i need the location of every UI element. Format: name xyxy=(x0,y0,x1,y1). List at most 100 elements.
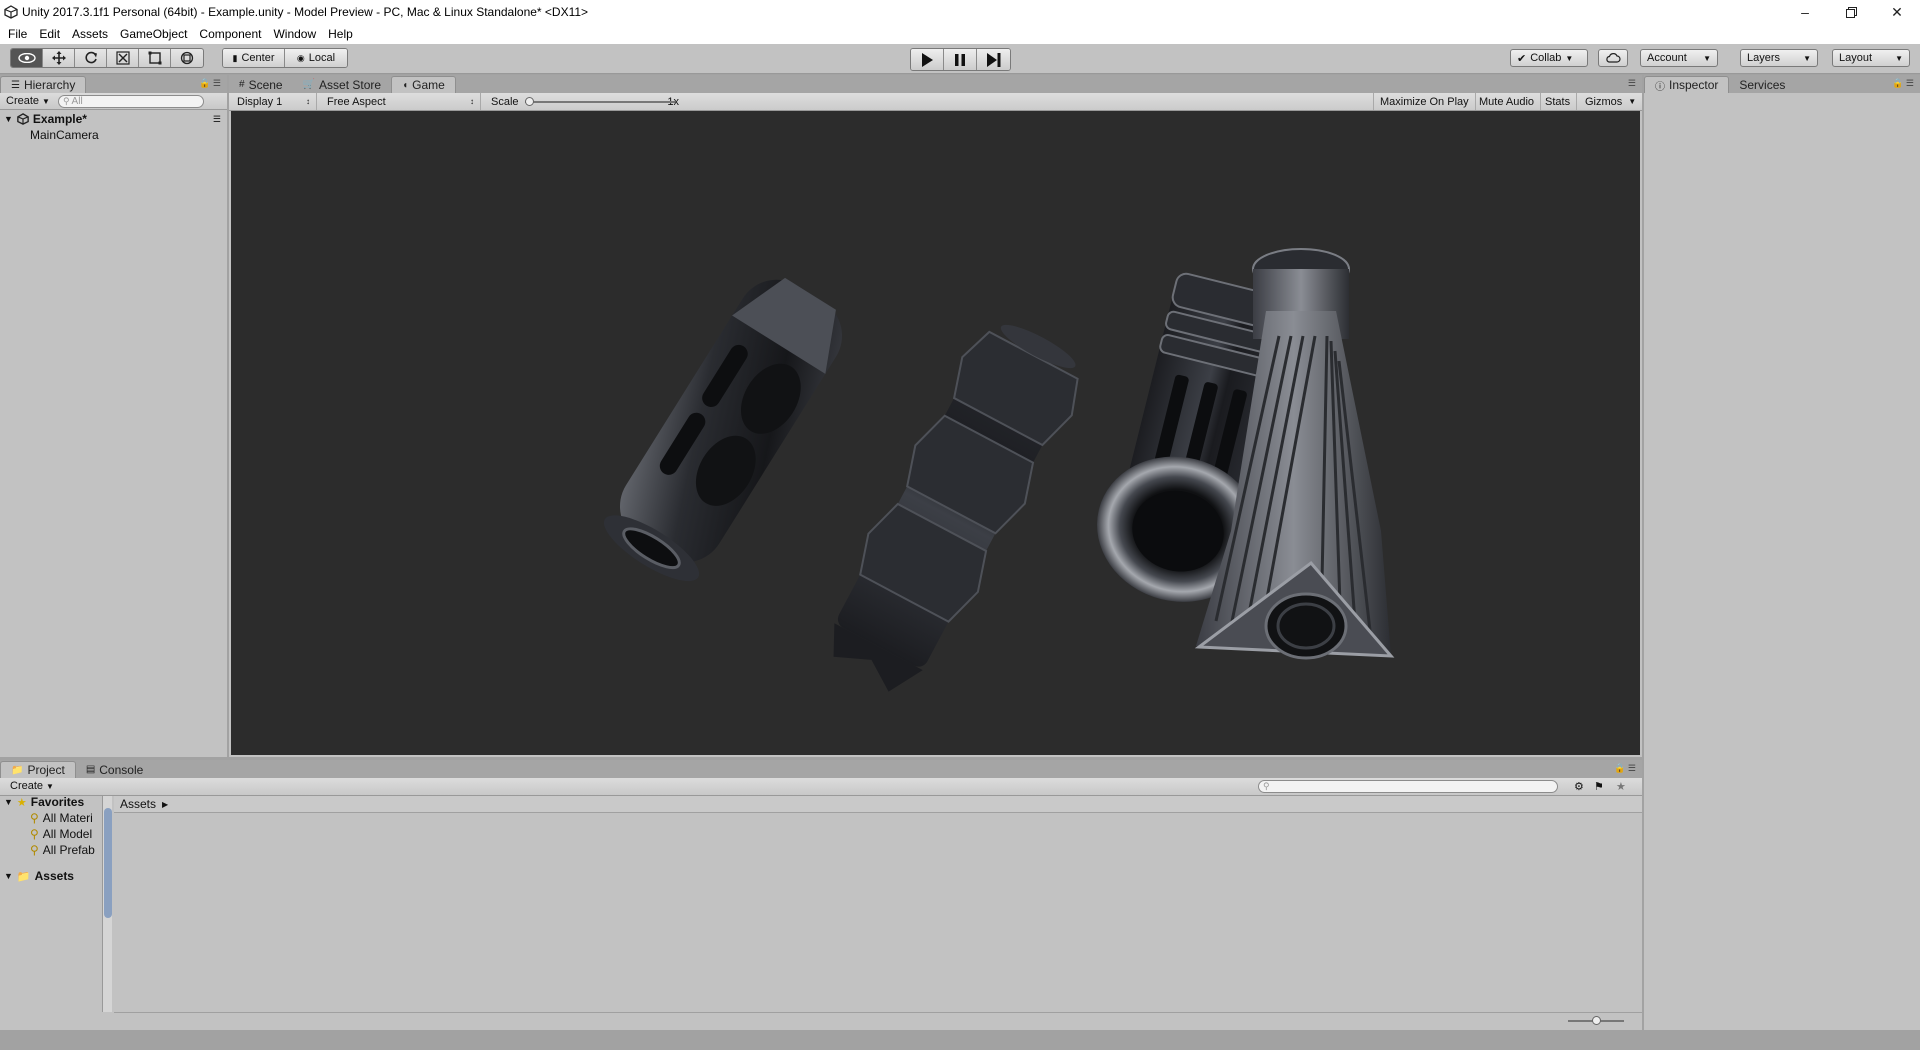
project-tree: ▼ ★ Favorites ⚲ All Materi ⚲ All Model ⚲… xyxy=(0,796,104,1012)
favorite-item[interactable]: ⚲ All Model xyxy=(30,826,92,842)
rotate-tool-icon[interactable] xyxy=(75,49,107,67)
menu-file[interactable]: File xyxy=(2,27,33,41)
menu-window[interactable]: Window xyxy=(267,27,322,41)
tab-asset-store-label: Asset Store xyxy=(319,77,382,92)
tab-asset-store[interactable]: 🛒 Asset Store xyxy=(293,76,391,93)
step-button[interactable] xyxy=(977,49,1010,70)
label-tag-icon[interactable]: ⚑ xyxy=(1594,780,1604,793)
gizmos-label: Gizmos xyxy=(1585,95,1623,108)
inspector-panel: ⓘ Inspector Services 🔒 ☰ xyxy=(1644,75,1920,1030)
menu-assets[interactable]: Assets xyxy=(66,27,114,41)
transform-tool-icon[interactable] xyxy=(171,49,203,67)
tab-game[interactable]: ◖ Game xyxy=(391,76,456,93)
cloud-button[interactable] xyxy=(1598,49,1628,67)
scale-slider[interactable] xyxy=(524,96,675,107)
game-panel: # Scene 🛒 Asset Store ◖ Game ☰ Display 1… xyxy=(229,75,1642,757)
playback-controls xyxy=(910,48,1011,71)
unity-scene-icon xyxy=(17,113,29,125)
expand-arrow-icon[interactable]: ▼ xyxy=(4,114,13,124)
move-tool-icon[interactable] xyxy=(43,49,75,67)
tab-inspector-label: Inspector xyxy=(1669,78,1719,92)
star-icon[interactable]: ★ xyxy=(1616,780,1626,793)
window-title: Unity 2017.3.1f1 Personal (64bit) - Exam… xyxy=(22,5,589,19)
scene-row[interactable]: ▼ Example* ☰ xyxy=(0,111,227,127)
aspect-dropdown[interactable]: Free Aspect ↕ xyxy=(321,93,481,110)
favorite-item[interactable]: ⚲ All Materi xyxy=(30,810,93,826)
display-dropdown[interactable]: Display 1 ↕ xyxy=(231,93,317,110)
menu-help[interactable]: Help xyxy=(322,27,359,41)
panel-menu-icon[interactable]: 🔒 ☰ xyxy=(1614,763,1636,774)
pause-button[interactable] xyxy=(944,49,977,70)
project-search-input[interactable]: ⚲ xyxy=(1258,780,1558,793)
mute-audio-toggle[interactable]: Mute Audio xyxy=(1473,93,1542,110)
project-create-button[interactable]: Create ▼ xyxy=(10,780,54,792)
favorites-row[interactable]: ▼ ★ Favorites xyxy=(4,796,84,810)
scene-name: Example* xyxy=(32,112,87,126)
rect-tool-icon[interactable] xyxy=(139,49,171,67)
minimize-icon[interactable]: – xyxy=(1782,0,1828,24)
create-button[interactable]: Create ▼ xyxy=(6,95,50,107)
hierarchy-search-input[interactable]: ⚲ All xyxy=(57,94,204,108)
scale-slider-group: Scale 1x xyxy=(485,93,685,110)
icon-size-slider-handle[interactable] xyxy=(1592,1016,1601,1025)
scene-menu-icon[interactable]: ☰ xyxy=(213,114,221,125)
chevron-down-icon: ▼ xyxy=(1895,53,1903,63)
pivot-toggles: ▮ Center ◉ Local xyxy=(222,48,348,68)
updown-icon: ↕ xyxy=(306,97,310,106)
expand-arrow-icon[interactable]: ▼ xyxy=(4,871,13,881)
chevron-down-icon: ▼ xyxy=(46,781,54,791)
folder-icon: 📁 xyxy=(11,764,24,776)
maximize-on-play-toggle[interactable]: Maximize On Play xyxy=(1373,93,1476,110)
game-viewport[interactable] xyxy=(231,111,1640,755)
menu-component[interactable]: Component xyxy=(193,27,267,41)
view-tool-eye-icon[interactable] xyxy=(11,49,43,67)
gizmos-dropdown[interactable]: Gizmos ▼ xyxy=(1579,93,1642,110)
project-footer xyxy=(114,1012,1642,1028)
scale-slider-handle[interactable] xyxy=(524,96,534,106)
scrollbar-thumb[interactable] xyxy=(104,808,112,918)
pacman-icon: ◖ xyxy=(402,79,409,91)
account-dropdown[interactable]: Account ▼ xyxy=(1640,49,1718,67)
panel-menu-icon[interactable]: 🔒 ☰ xyxy=(1892,78,1914,89)
filter-type-icon[interactable]: ⚙ xyxy=(1574,780,1584,793)
tab-inspector[interactable]: ⓘ Inspector xyxy=(1644,76,1730,93)
panel-menu-icon[interactable]: 🔒 ☰ xyxy=(199,78,221,89)
layers-dropdown[interactable]: Layers ▼ xyxy=(1740,49,1818,67)
list-icon: ☰ xyxy=(11,79,20,91)
pivot-icon: ▮ xyxy=(232,52,238,63)
menu-edit[interactable]: Edit xyxy=(33,27,66,41)
account-label: Account xyxy=(1647,52,1687,64)
tab-project[interactable]: 📁 Project xyxy=(0,761,76,778)
restore-icon[interactable] xyxy=(1828,0,1874,24)
breadcrumb-assets[interactable]: Assets xyxy=(120,797,156,811)
tab-scene[interactable]: # Scene xyxy=(229,76,293,93)
search-icon: ⚲ xyxy=(1263,781,1270,791)
panel-menu-icon[interactable]: ☰ xyxy=(1628,78,1636,89)
folder-icon: 📁 xyxy=(16,870,31,883)
scale-tool-icon[interactable] xyxy=(107,49,139,67)
breadcrumb: Assets ▶ xyxy=(114,796,1642,813)
play-button[interactable] xyxy=(911,49,944,70)
favorite-item[interactable]: ⚲ All Prefab xyxy=(30,842,95,858)
menu-gameobject[interactable]: GameObject xyxy=(114,27,193,41)
collab-label: Collab xyxy=(1530,52,1562,64)
tab-console[interactable]: ▤ Console xyxy=(76,761,153,778)
muzzle-brake-1 xyxy=(603,277,843,582)
pivot-local-label: Local xyxy=(308,52,336,64)
maximize-label: Maximize On Play xyxy=(1380,95,1469,108)
stats-toggle[interactable]: Stats xyxy=(1539,93,1578,110)
hierarchy-item-maincamera[interactable]: MainCamera xyxy=(0,127,227,143)
assets-folder-row[interactable]: ▼ 📁 Assets xyxy=(4,868,74,884)
tab-services[interactable]: Services xyxy=(1729,76,1795,93)
pivot-local-button[interactable]: ◉ Local xyxy=(285,49,347,67)
layout-dropdown[interactable]: Layout ▼ xyxy=(1832,49,1910,67)
local-icon: ◉ xyxy=(296,52,305,63)
expand-arrow-icon[interactable]: ▼ xyxy=(4,797,13,807)
pivot-center-button[interactable]: ▮ Center xyxy=(223,49,286,67)
close-icon[interactable]: ✕ xyxy=(1874,0,1920,24)
mute-label: Mute Audio xyxy=(1479,95,1535,108)
status-bar xyxy=(0,1030,1920,1050)
collab-button[interactable]: ✔ Collab ▼ xyxy=(1510,49,1588,67)
project-tree-scrollbar[interactable] xyxy=(102,796,112,1012)
tab-hierarchy[interactable]: ☰ Hierarchy xyxy=(0,76,87,93)
